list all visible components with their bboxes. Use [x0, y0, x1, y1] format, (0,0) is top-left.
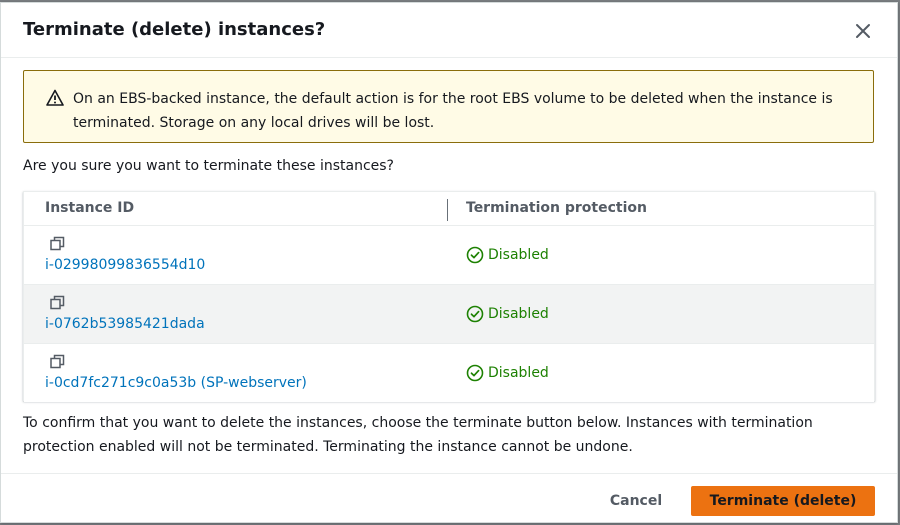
table-row: i-0cd7fc271c9c0a53b (SP-webserver) Disab… [24, 344, 874, 402]
protection-status: Disabled [466, 305, 549, 323]
cancel-button[interactable]: Cancel [593, 486, 679, 516]
check-circle-icon [466, 246, 484, 264]
confirm-instructions: To confirm that you want to delete the i… [23, 415, 813, 455]
column-header-termination-protection[interactable]: Termination protection [466, 200, 647, 216]
copy-icon[interactable] [50, 236, 65, 251]
warning-alert: On an EBS-backed instance, the default a… [23, 70, 874, 143]
terminate-dialog: Terminate (delete) instances? On an EBS-… [0, 2, 898, 523]
protection-status-label: Disabled [488, 306, 549, 322]
instance-id-link[interactable]: i-0762b53985421dada [45, 316, 205, 332]
table-row: i-0762b53985421dada Disabled [24, 285, 874, 344]
protection-status-label: Disabled [488, 247, 549, 263]
instance-id-link[interactable]: i-02998099836554d10 [45, 257, 205, 273]
check-circle-icon [466, 364, 484, 382]
copy-icon[interactable] [50, 295, 65, 310]
check-circle-icon [466, 305, 484, 323]
protection-status: Disabled [466, 246, 549, 264]
column-divider[interactable] [447, 199, 448, 221]
table-row: i-02998099836554d10 Disabled [24, 226, 874, 285]
dialog-footer: Cancel Terminate (delete) [1, 473, 897, 524]
confirmation-question: Are you sure you want to terminate these… [23, 158, 394, 174]
dialog-header: Terminate (delete) instances? [1, 3, 897, 58]
terminate-button[interactable]: Terminate (delete) [691, 486, 875, 516]
close-icon [856, 24, 870, 38]
warning-icon [46, 89, 64, 106]
warning-text: On an EBS-backed instance, the default a… [73, 91, 833, 131]
protection-status: Disabled [466, 364, 549, 382]
protection-status-label: Disabled [488, 365, 549, 381]
instance-id-link[interactable]: i-0cd7fc271c9c0a53b (SP-webserver) [45, 375, 307, 391]
dialog-title: Terminate (delete) instances? [23, 19, 326, 40]
column-header-instance-id[interactable]: Instance ID [45, 200, 134, 216]
close-button[interactable] [851, 19, 875, 43]
instances-table: Instance ID Termination protection i-029… [23, 191, 875, 402]
table-header: Instance ID Termination protection [24, 192, 874, 226]
copy-icon[interactable] [50, 354, 65, 369]
